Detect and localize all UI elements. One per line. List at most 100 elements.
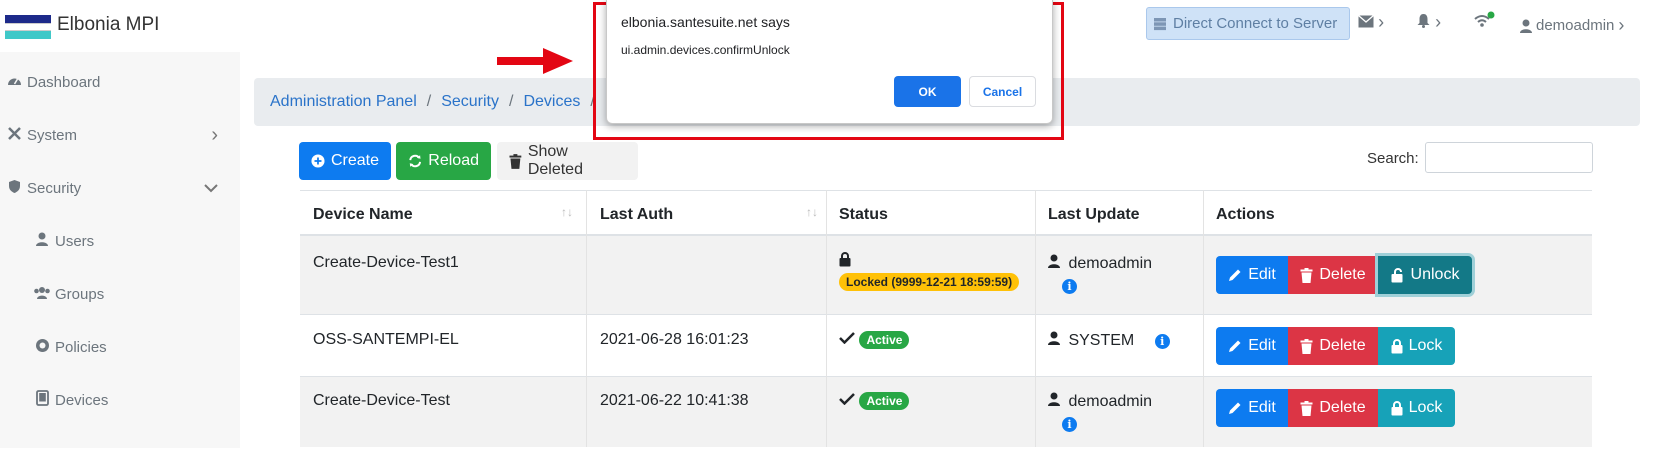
lock-icon <box>1391 400 1403 415</box>
user-icon <box>1520 19 1532 33</box>
sidebar-item-security[interactable]: Security <box>0 168 240 208</box>
user-icon <box>1048 331 1060 349</box>
brand-logo <box>5 15 51 39</box>
column-header-last-update: Last Update <box>1048 206 1140 223</box>
delete-button[interactable]: Delete <box>1288 327 1378 365</box>
trash-icon <box>509 153 522 169</box>
notifications-menu[interactable]: › <box>1416 12 1441 33</box>
sidebar-item-label: Devices <box>55 391 109 409</box>
sidebar-item-label: System <box>27 126 78 144</box>
certificate-icon <box>33 338 51 357</box>
edit-button[interactable]: Edit <box>1216 389 1288 427</box>
users-icon <box>33 286 51 303</box>
delete-button[interactable]: Delete <box>1288 389 1378 427</box>
lock-icon <box>839 252 1019 272</box>
messages-menu[interactable]: › <box>1358 12 1384 33</box>
sidebar-item-label: Dashboard <box>27 73 101 91</box>
bell-icon <box>1417 14 1430 28</box>
lock-button[interactable]: Lock <box>1378 389 1455 427</box>
search-input[interactable] <box>1425 142 1593 173</box>
updated-by-label: SYSTEM <box>1068 332 1135 349</box>
sidebar-item-system[interactable]: System › <box>0 115 240 155</box>
chevron-right-icon: › <box>1378 12 1385 32</box>
breadcrumb-devices[interactable]: Devices <box>523 93 580 111</box>
edit-label: Edit <box>1248 399 1276 416</box>
sidebar-item-groups[interactable]: Groups <box>0 274 240 314</box>
delete-label: Delete <box>1319 266 1366 283</box>
column-header-status: Status <box>839 206 888 223</box>
breadcrumb-security[interactable]: Security <box>441 93 499 111</box>
table-row: Create-Device-Test1 Locked (9999-12-21 1… <box>300 236 1592 315</box>
trash-icon <box>1300 338 1313 354</box>
sidebar-item-dashboard[interactable]: Dashboard <box>0 62 240 102</box>
sidebar-item-policies[interactable]: Policies <box>0 327 240 367</box>
sidebar-item-users[interactable]: Users <box>0 221 240 261</box>
sidebar-item-label: Groups <box>55 285 105 303</box>
server-icon <box>1154 17 1166 30</box>
sync-icon <box>409 154 422 168</box>
column-header-device-name[interactable]: Device Name ↑↓ <box>313 191 581 234</box>
column-header-last-auth[interactable]: Last Auth ↑↓ <box>600 191 826 234</box>
chevron-down-icon <box>204 180 218 196</box>
delete-button[interactable]: Delete <box>1288 256 1378 294</box>
user-icon <box>1048 254 1060 272</box>
user-icon <box>1048 392 1060 410</box>
breadcrumb-separator: / <box>426 93 432 110</box>
create-label: Create <box>330 152 379 169</box>
sort-icon: ↑↓ <box>561 205 573 219</box>
table-row: Create-Device-Test 2021-06-22 10:41:38 A… <box>300 377 1592 447</box>
cancel-button[interactable]: Cancel <box>969 76 1036 107</box>
unlock-label: Unlock <box>1410 266 1460 283</box>
status-badge: Active <box>859 392 910 410</box>
trash-icon <box>1300 400 1313 416</box>
create-button[interactable]: Create <box>299 142 391 180</box>
pencil-icon <box>1229 269 1241 281</box>
column-divider <box>1035 190 1036 447</box>
lock-label: Lock <box>1408 399 1443 416</box>
sort-icon: ↑↓ <box>806 205 818 219</box>
dashboard-icon <box>5 74 23 91</box>
shield-icon <box>5 179 23 198</box>
info-icon[interactable]: i <box>1062 279 1077 294</box>
user-menu[interactable]: demoadmin › <box>1520 15 1624 36</box>
direct-connect-button[interactable]: Direct Connect to Server <box>1146 7 1350 40</box>
info-icon[interactable]: i <box>1062 417 1077 432</box>
delete-label: Delete <box>1319 337 1366 354</box>
status-cell: Active <box>839 392 910 462</box>
breadcrumb-administration-panel[interactable]: Administration Panel <box>270 93 417 111</box>
ok-button[interactable]: OK <box>894 76 961 107</box>
connection-status[interactable] <box>1473 10 1495 34</box>
column-divider <box>1203 190 1204 447</box>
edit-label: Edit <box>1248 337 1276 354</box>
lock-label: Lock <box>1408 337 1443 354</box>
lock-button[interactable]: Lock <box>1378 327 1455 365</box>
user-icon <box>33 232 51 250</box>
sidebar-item-devices[interactable]: Devices <box>0 380 240 420</box>
pencil-icon <box>1229 340 1241 352</box>
tablet-icon <box>33 390 51 410</box>
edit-button[interactable]: Edit <box>1216 256 1288 294</box>
device-name-cell: Create-Device-Test <box>313 392 450 409</box>
check-icon <box>839 331 855 348</box>
edit-label: Edit <box>1248 266 1276 283</box>
confirm-dialog: elbonia.santesuite.net says ui.admin.dev… <box>606 0 1053 124</box>
delete-label: Delete <box>1319 399 1366 416</box>
show-deleted-button[interactable]: Show Deleted <box>497 142 638 180</box>
chevron-right-icon: › <box>211 123 218 146</box>
sidebar-item-label: Policies <box>55 338 107 356</box>
table-header: Device Name ↑↓ Last Auth ↑↓ Status Last … <box>300 190 1592 236</box>
updated-by-label: demoadmin <box>1068 393 1153 410</box>
username-label: demoadmin <box>1536 17 1615 34</box>
reload-button[interactable]: Reload <box>396 142 491 180</box>
wifi-icon <box>1474 11 1495 27</box>
unlock-button[interactable]: Unlock <box>1378 256 1472 294</box>
info-icon[interactable]: i <box>1154 334 1170 349</box>
column-header-label: Last Auth <box>600 206 674 223</box>
edit-button[interactable]: Edit <box>1216 327 1288 365</box>
breadcrumb-separator: / <box>509 93 514 110</box>
chevron-right-icon: › <box>1618 15 1625 35</box>
pencil-icon <box>1229 402 1241 414</box>
app-title[interactable]: Elbonia MPI <box>57 14 159 36</box>
last-update-cell: demoadmin i <box>1048 392 1152 462</box>
search-label: Search: <box>1367 150 1419 167</box>
